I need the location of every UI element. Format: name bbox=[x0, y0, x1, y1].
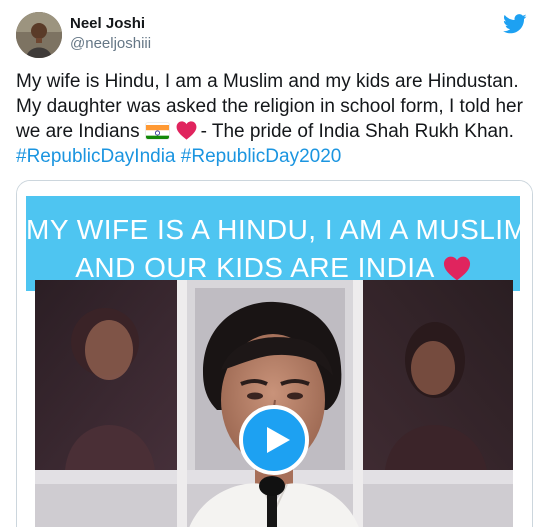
tweet-text-line-1: My wife is Hindu, I am a Muslim and my k… bbox=[16, 71, 519, 92]
tweet-text-line-3-end: - The pride of India Shah Rukh Khan. bbox=[200, 121, 514, 142]
tweet-text-line-3: we are Indians - The pride of India Shah … bbox=[16, 119, 531, 144]
play-icon bbox=[267, 427, 290, 453]
twitter-bird-icon[interactable] bbox=[502, 14, 527, 34]
tweet-hashtags: #RepublicDayIndia #RepublicDay2020 bbox=[16, 144, 531, 169]
tweet-card: Neel Joshi @neeljoshiii My wife is Hindu… bbox=[0, 0, 539, 527]
india-flag-icon bbox=[145, 123, 169, 139]
caption-line-1: MY WIFE IS A HINDU, I AM A MUSLIM, bbox=[26, 214, 533, 245]
author-name[interactable]: Neel Joshi bbox=[70, 15, 145, 32]
caption-line-2-text: AND OUR KIDS ARE INDIA bbox=[75, 252, 435, 283]
video-still-image bbox=[35, 280, 513, 527]
tweet-text: My wife is Hindu, I am a Muslim and my k… bbox=[16, 69, 531, 169]
author-avatar[interactable] bbox=[16, 12, 62, 58]
play-button[interactable] bbox=[239, 405, 309, 475]
caption-banner: MY WIFE IS A HINDU, I AM A MUSLIM, AND O… bbox=[26, 196, 533, 291]
author-handle[interactable]: @neeljoshiii bbox=[70, 35, 151, 52]
avatar-photo bbox=[16, 12, 62, 58]
red-heart-icon bbox=[443, 256, 471, 281]
video-scene bbox=[35, 280, 513, 527]
hashtag-link-republic-day-2020[interactable]: #RepublicDay2020 bbox=[181, 146, 342, 167]
tweet-text-line-2: My daughter was asked the religion in sc… bbox=[16, 96, 523, 117]
video-thumbnail[interactable]: MY WIFE IS A HINDU, I AM A MUSLIM, AND O… bbox=[17, 181, 532, 527]
red-heart-icon bbox=[176, 121, 197, 140]
tweet-text-line-3-start: we are Indians bbox=[16, 121, 140, 142]
hashtag-link-republic-day-india[interactable]: #RepublicDayIndia bbox=[16, 146, 176, 167]
media-card[interactable]: MY WIFE IS A HINDU, I AM A MUSLIM, AND O… bbox=[16, 180, 533, 527]
